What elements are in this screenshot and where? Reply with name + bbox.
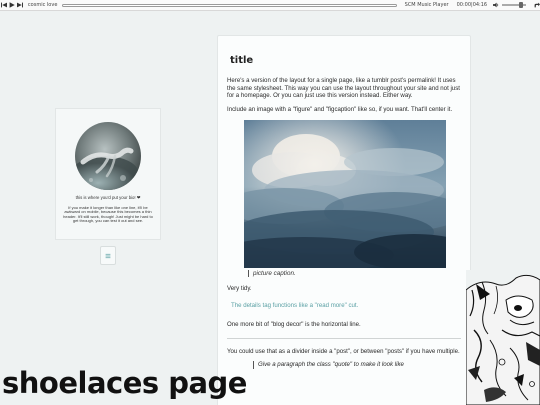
volume-slider[interactable] bbox=[502, 2, 527, 8]
menu-icon bbox=[105, 253, 111, 258]
post-paragraph-decor: One more bit of "blog decor" is the hori… bbox=[227, 320, 361, 328]
post-paragraph-figure: Include an image with a "figure" and "fi… bbox=[227, 106, 453, 114]
post-paragraph-tidy: Very tidy. bbox=[227, 284, 252, 292]
progress-bar[interactable] bbox=[61, 3, 397, 7]
post-paragraph-intro: Here's a version of the layout for a sin… bbox=[227, 77, 460, 100]
play-icon bbox=[9, 2, 15, 8]
horizontal-divider bbox=[227, 338, 461, 340]
share-icon[interactable] bbox=[534, 2, 540, 8]
time-readout: 00:00|04:16 bbox=[456, 2, 488, 8]
post-title: title bbox=[230, 55, 254, 66]
menu-button[interactable] bbox=[100, 246, 116, 265]
next-track-button[interactable] bbox=[16, 1, 24, 10]
avatar bbox=[75, 122, 141, 190]
site-title: shoelaces page bbox=[2, 366, 247, 400]
play-button[interactable] bbox=[8, 1, 16, 10]
player-brand: SCM Music Player bbox=[404, 2, 449, 8]
previous-icon bbox=[0, 2, 7, 8]
read-more-details[interactable]: The details tag functions like a "read m… bbox=[231, 302, 462, 309]
previous-track-button[interactable] bbox=[0, 1, 8, 10]
bio-short: this is where you'd put your bio! ❤ bbox=[75, 195, 141, 200]
song-title: cosmic love bbox=[27, 2, 58, 8]
quote-paragraph: Give a paragraph the class "quote" to ma… bbox=[253, 360, 453, 369]
music-player: cosmic love SCM Music Player 00:00|04:16 bbox=[0, 0, 540, 11]
volume-icon[interactable] bbox=[493, 2, 499, 8]
clouds-photo bbox=[244, 119, 446, 268]
bio-long: If you make it longer than like one line… bbox=[63, 205, 153, 224]
manga-illustration bbox=[466, 270, 540, 405]
next-icon bbox=[16, 2, 23, 8]
sidebar-card: this is where you'd put your bio! ❤ If y… bbox=[55, 108, 161, 240]
figure: picture caption. bbox=[244, 119, 462, 277]
post-paragraph-divider: You could use that as a divider inside a… bbox=[227, 348, 460, 356]
figure-caption: picture caption. bbox=[248, 269, 462, 277]
post-card: title Here's a version of the layout for… bbox=[217, 35, 471, 405]
avatar-image bbox=[75, 122, 141, 190]
volume-knob[interactable] bbox=[519, 2, 524, 8]
